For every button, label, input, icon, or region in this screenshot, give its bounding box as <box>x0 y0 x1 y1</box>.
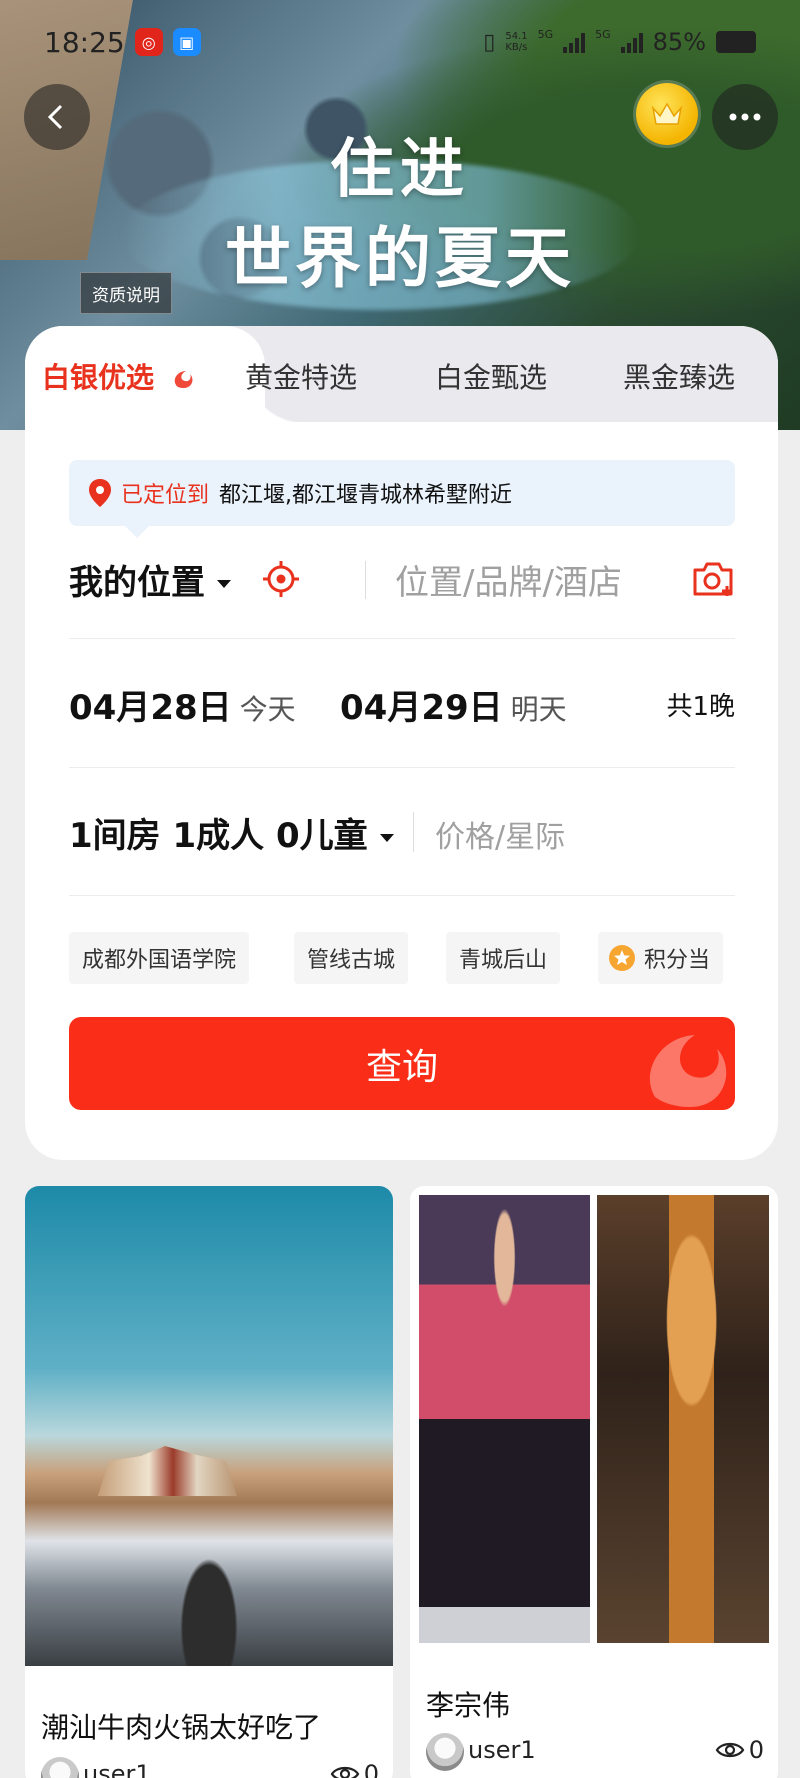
tier-tabs: 白银优选 黄金特选 白金甄选 黑金臻选 <box>25 326 778 424</box>
chevron-left-icon <box>47 104 63 130</box>
signal-icon <box>563 31 586 53</box>
feed-card-2-views-count: 0 <box>748 1736 764 1764</box>
feed-card-2-title: 李宗伟 <box>426 1689 511 1722</box>
network-speed-value: 54.1 <box>505 31 528 42</box>
battery-icon <box>716 31 756 53</box>
feed-card-1-user: user1 <box>83 1760 151 1778</box>
points-star-icon <box>609 945 635 971</box>
feed-card-1-avatar <box>41 1757 79 1778</box>
guests-summary: 1间房 1成人 0儿童 <box>69 816 368 856</box>
guests-divider <box>413 812 414 852</box>
more-dots-icon <box>729 113 761 121</box>
flame-swirl-icon <box>174 371 193 388</box>
query-button-label: 查询 <box>365 1046 438 1088</box>
divider-1 <box>69 638 735 639</box>
tab-silver-label: 白银优选 <box>42 361 155 394</box>
location-status: 已定位到 <box>121 483 210 508</box>
feed-card-2-user: user1 <box>468 1736 536 1764</box>
battery-percent: 85% <box>652 28 706 56</box>
sim2-label: 5G <box>595 28 611 41</box>
quick-chip-2[interactable]: 管线古城 <box>294 932 409 984</box>
search-divider <box>365 561 366 599</box>
feed-card-1-views-count: 0 <box>363 1760 379 1778</box>
checkout-date[interactable]: 04月29日 明天 <box>340 680 567 729</box>
signal-icon-2 <box>620 31 643 53</box>
quick-chip-points-label: 积分当 <box>644 948 711 973</box>
feed-image-person-portrait <box>419 1195 590 1643</box>
tab-platinum[interactable]: 白金甄选 <box>435 356 547 396</box>
quick-chip-points[interactable]: 积分当 <box>598 932 724 984</box>
price-star-filter[interactable]: 价格/星际 <box>435 812 565 856</box>
status-bar: 18:25 ◎ ▣ ▯ 54.1 KB/s 5G 5G 85% <box>0 0 800 84</box>
feed-card-1-views: 0 <box>330 1760 379 1778</box>
back-button[interactable] <box>24 84 90 150</box>
keyword-search-input[interactable]: 位置/品牌/酒店 <box>395 555 622 604</box>
nights-count: 共1晚 <box>666 692 735 722</box>
feed-card-1-title: 潮汕牛肉火锅太好吃了 <box>41 1711 322 1744</box>
guests-selector[interactable]: 1间房 1成人 0儿童 <box>69 808 394 857</box>
feed-card-2-views: 0 <box>715 1736 764 1764</box>
divider-2 <box>69 767 735 768</box>
network-speed-unit: KB/s <box>505 42 528 53</box>
tab-silver[interactable]: 白银优选 <box>42 356 196 396</box>
camera-icon <box>693 562 733 596</box>
search-row: 我的位置 位置/品牌/酒店 <box>69 541 735 617</box>
caret-down-icon <box>379 833 394 842</box>
location-pin-icon <box>89 479 111 507</box>
swirl-decor-icon <box>649 1035 727 1107</box>
camera-search-button[interactable] <box>691 560 735 598</box>
feed-card-1[interactable]: 潮汕牛肉火锅太好吃了 user1 0 <box>25 1186 393 1778</box>
date-row[interactable]: 04月28日 今天 04月29日 明天 共1晚 <box>69 674 735 734</box>
location-banner[interactable]: 已定位到 都江堰,都江堰青城林希墅附近 <box>69 460 735 538</box>
booking-card: 白银优选 黄金特选 白金甄选 黑金臻选 已定位到 都江堰,都江堰青城林希墅附近 … <box>25 326 778 1160</box>
checkout-date-value: 04月29日 <box>340 688 503 728</box>
palace-building-decor <box>97 1446 237 1496</box>
location-address: 都江堰,都江堰青城林希墅附近 <box>219 483 513 508</box>
crown-icon <box>651 102 683 125</box>
quick-chip-1[interactable]: 成都外国语学院 <box>69 932 250 984</box>
checkout-note: 明天 <box>510 693 567 726</box>
netease-music-icon: ◎ <box>134 28 163 56</box>
vibrate-icon: ▯ <box>483 29 496 55</box>
caret-down-icon <box>217 580 231 588</box>
guests-row: 1间房 1成人 0儿童 价格/星际 <box>69 802 735 862</box>
qualification-tag[interactable]: 资质说明 <box>80 272 172 314</box>
tab-black-gold[interactable]: 黑金臻选 <box>623 356 735 396</box>
vip-crown-button[interactable] <box>636 83 698 145</box>
crosshair-icon <box>263 561 299 597</box>
my-location-label: 我的位置 <box>69 562 205 603</box>
status-time: 18:25 <box>44 25 125 59</box>
network-speed: 54.1 KB/s <box>505 31 527 53</box>
feed-card-2-avatar <box>426 1733 464 1771</box>
checkin-note: 今天 <box>239 693 296 726</box>
quick-chip-3[interactable]: 青城后山 <box>446 932 561 984</box>
eye-icon <box>330 1766 360 1778</box>
sim1-label: 5G <box>537 28 554 41</box>
locate-button[interactable] <box>261 559 301 599</box>
eye-icon <box>715 1742 745 1758</box>
query-button[interactable]: 查询 <box>69 1017 735 1110</box>
feed-image-mountain-palace <box>25 1186 393 1666</box>
more-button[interactable] <box>712 84 778 150</box>
feed-card-2[interactable]: 李宗伟 user1 0 <box>410 1186 778 1778</box>
app-notification-icon: ▣ <box>172 28 201 56</box>
my-location-selector[interactable]: 我的位置 <box>69 555 231 604</box>
checkin-date[interactable]: 04月28日 今天 <box>69 680 296 729</box>
divider-3 <box>69 895 735 896</box>
feed-image-wooden-figure <box>597 1195 769 1643</box>
tab-gold[interactable]: 黄金特选 <box>245 356 357 396</box>
checkin-date-value: 04月28日 <box>69 688 232 728</box>
